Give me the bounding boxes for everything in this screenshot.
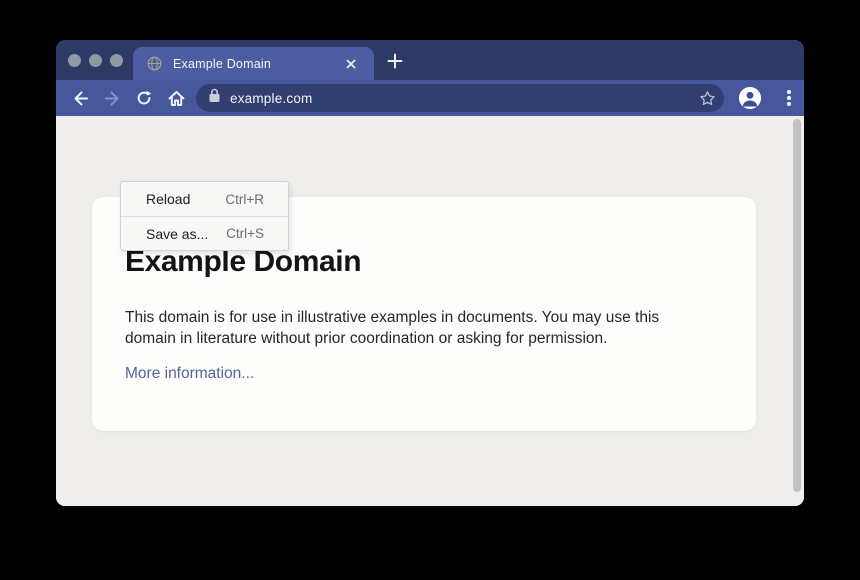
context-menu-item-reload[interactable]: Reload Ctrl+R [121,182,288,216]
url-text: example.com [230,91,312,106]
bookmark-star-icon[interactable] [697,88,717,108]
page-viewport: Reload Ctrl+R Save as... Ctrl+S Example … [56,116,804,506]
profile-avatar[interactable] [739,87,761,109]
back-icon[interactable] [68,86,92,110]
new-tab-button[interactable] [386,52,404,70]
scrollbar-thumb[interactable] [793,119,801,492]
window-minimize-button[interactable] [89,54,102,67]
menu-item-label: Reload [146,191,190,207]
window-maximize-button[interactable] [110,54,123,67]
scrollbar-track[interactable] [790,116,804,506]
forward-icon[interactable] [100,86,124,110]
menu-item-shortcut: Ctrl+R [225,192,264,207]
context-menu-item-save-as[interactable]: Save as... Ctrl+S [121,216,288,250]
browser-window: Example Domain [56,40,804,506]
address-bar[interactable]: example.com [196,84,724,112]
page-body-text: This domain is for use in illustrative e… [125,307,710,349]
more-information-link[interactable]: More information... [125,365,254,383]
reload-icon[interactable] [132,86,156,110]
window-close-button[interactable] [68,54,81,67]
window-controls [68,54,123,67]
tab-close-icon[interactable] [342,55,360,73]
home-icon[interactable] [164,86,188,110]
browser-menu-icon[interactable] [778,87,800,109]
toolbar: example.com [56,80,804,116]
titlebar: Example Domain [56,40,804,80]
menu-item-shortcut: Ctrl+S [226,226,264,241]
tab-example-domain[interactable]: Example Domain [133,47,374,80]
context-menu: Reload Ctrl+R Save as... Ctrl+S [120,181,289,251]
lock-icon[interactable] [208,88,221,108]
globe-favicon-icon [147,56,162,71]
menu-item-label: Save as... [146,226,208,242]
tab-title: Example Domain [173,57,342,71]
